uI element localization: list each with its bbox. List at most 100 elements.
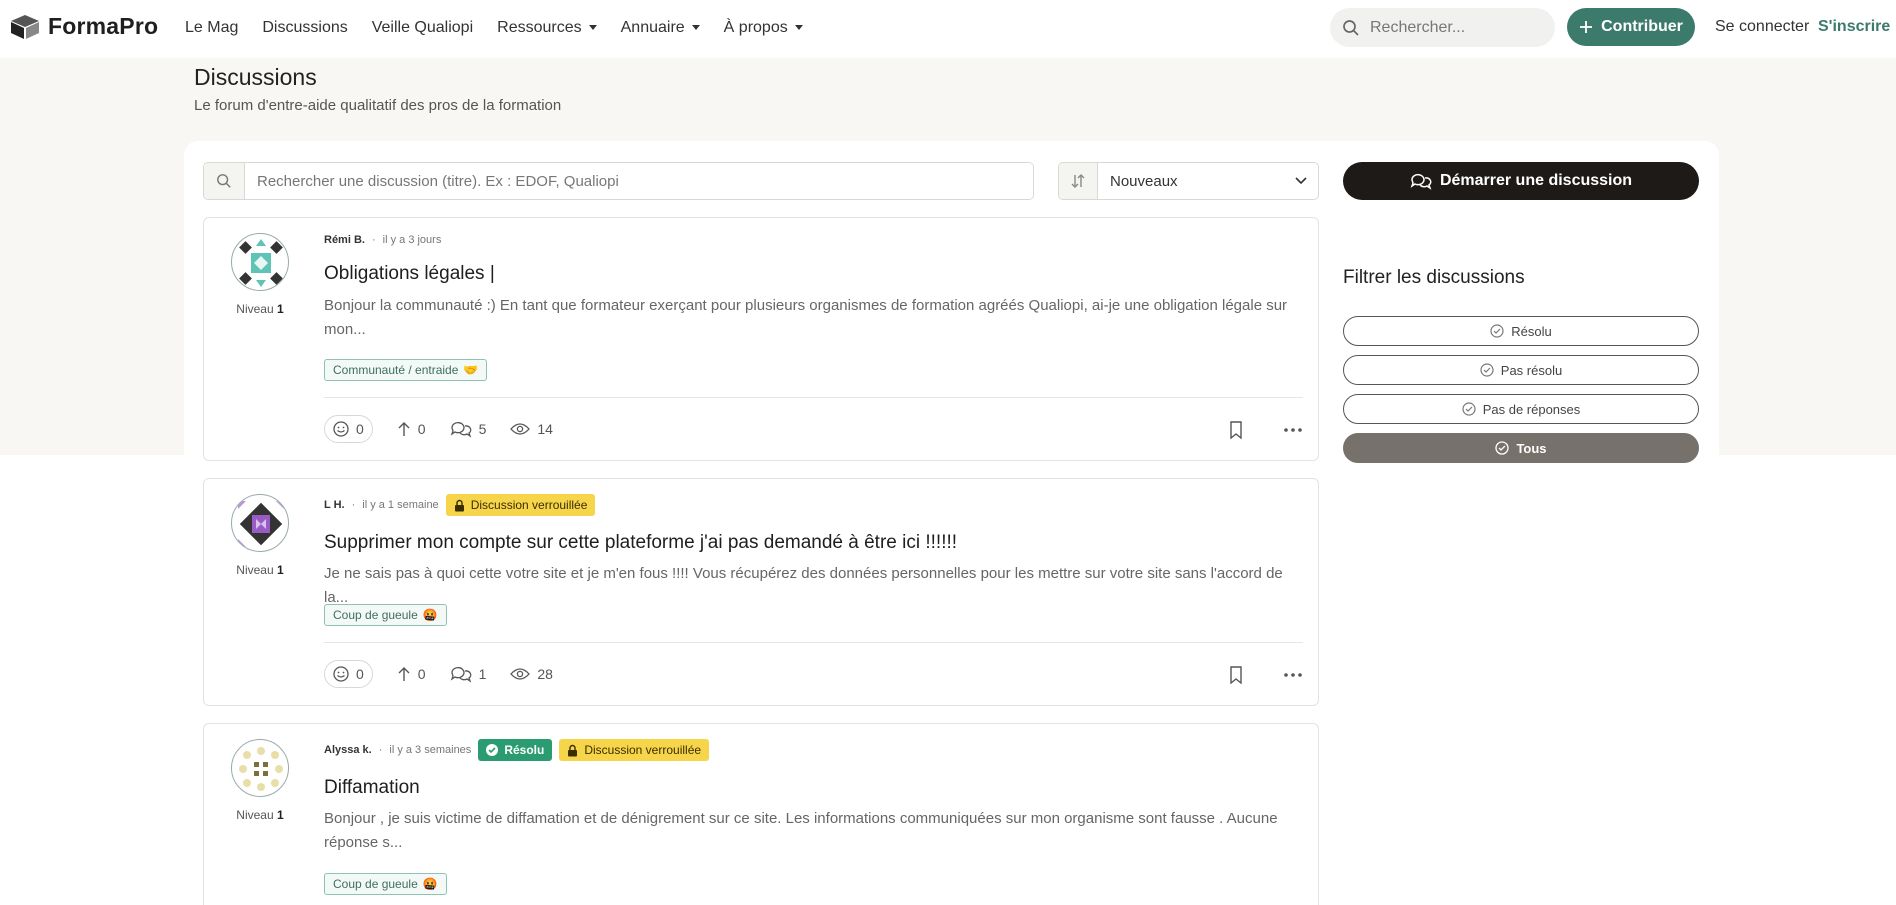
check-circle-icon [1495, 441, 1510, 455]
discussion-title[interactable]: Supprimer mon compte sur cette plateform… [324, 532, 957, 554]
author-name[interactable]: Rémi B. [324, 234, 365, 246]
chat-bubbles-icon [1410, 173, 1432, 190]
resolved-badge: Résolu [478, 739, 553, 761]
filter-no-replies[interactable]: Pas de réponses [1343, 394, 1699, 424]
discussion-title[interactable]: Diffamation [324, 777, 420, 799]
post-time: il y a 3 jours [382, 234, 442, 246]
contribute-button[interactable]: Contribuer [1567, 8, 1695, 46]
search-icon [217, 174, 231, 188]
author-name[interactable]: L H. [324, 499, 345, 511]
search-icon-cell [204, 163, 245, 199]
more-options-icon[interactable] [1283, 427, 1303, 433]
level-value: 1 [277, 808, 284, 822]
plus-icon [1580, 21, 1593, 33]
more-options-icon[interactable] [1283, 672, 1303, 678]
author-name[interactable]: Alyssa k. [324, 744, 372, 756]
locked-badge: Discussion verrouillée [445, 494, 596, 516]
menu-label: Le Mag [185, 18, 239, 36]
discussion-card[interactable]: Niveau 1 Alyssa k. · il y a 3 semaines R… [203, 723, 1319, 905]
comments-stat[interactable]: 5 [450, 420, 486, 438]
menu-item-a-propos[interactable]: À propos [724, 19, 803, 37]
discussion-card[interactable]: Niveau 1 Rémi B. · il y a 3 jours Obliga… [203, 217, 1319, 461]
global-search [1330, 8, 1555, 47]
sort-icon-cell [1059, 163, 1098, 199]
filter-unresolved[interactable]: Pas résolu [1343, 355, 1699, 385]
meta-separator: · [351, 499, 356, 511]
user-level: Niveau 1 [230, 302, 290, 316]
menu-label: Veille Qualiopi [371, 18, 474, 36]
page-subtitle: Le forum d'entre-aide qualitatif des pro… [194, 97, 562, 114]
upvote-button[interactable]: 0 [397, 421, 426, 437]
start-discussion-button[interactable]: Démarrer une discussion [1343, 162, 1699, 200]
chevron-down-icon [1284, 163, 1318, 199]
filter-resolved[interactable]: Résolu [1343, 316, 1699, 346]
check-circle-icon [1480, 363, 1494, 377]
discussion-title[interactable]: Obligations légales | [324, 263, 495, 285]
reaction-button[interactable]: 0 [324, 660, 373, 688]
check-circle-icon [1462, 402, 1476, 416]
comments-icon [450, 667, 471, 683]
discussion-card[interactable]: Niveau 1 L H. · il y a 1 semaine Discuss… [203, 478, 1319, 706]
menu-label: À propos [723, 18, 788, 36]
user-level: Niveau 1 [230, 563, 290, 577]
locked-badge: Discussion verrouillée [559, 739, 710, 761]
view-count: 14 [537, 421, 553, 437]
avatar[interactable] [231, 739, 289, 797]
menu-label: Ressources [497, 18, 582, 36]
global-search-input[interactable] [1370, 18, 1540, 37]
avatar[interactable] [231, 494, 289, 552]
bookmark-icon[interactable] [1229, 666, 1243, 684]
avatar[interactable] [231, 233, 289, 291]
menu-label: Discussions [262, 18, 348, 36]
comments-icon [450, 422, 471, 438]
upvote-button[interactable]: 0 [397, 666, 426, 682]
filter-label: Pas de réponses [1482, 401, 1581, 417]
category-tag[interactable]: Coup de gueule 🤬 [324, 604, 447, 626]
discussion-excerpt[interactable]: Bonjour la communauté :) En tant que for… [324, 294, 1299, 342]
discussion-excerpt[interactable]: Bonjour , je suis victime de diffamation… [324, 807, 1299, 855]
post-meta: Rémi B. · il y a 3 jours [324, 234, 441, 246]
filter-all[interactable]: Tous [1343, 433, 1699, 463]
reaction-button[interactable]: 0 [324, 415, 373, 443]
menu-item-le-mag[interactable]: Le Mag [185, 19, 238, 37]
locked-badge-label: Discussion verrouillée [584, 743, 702, 757]
start-discussion-label: Démarrer une discussion [1439, 172, 1633, 189]
angry-emoji-icon: 🤬 [422, 877, 438, 891]
category-tag[interactable]: Communauté / entraide 🤝 [324, 359, 488, 381]
sort-arrows-icon [1071, 174, 1085, 188]
meta-separator: · [378, 744, 383, 756]
divider [324, 397, 1303, 398]
comment-count: 1 [478, 666, 487, 682]
caret-down-icon [794, 25, 803, 30]
menu-item-discussions[interactable]: Discussions [262, 19, 347, 37]
card-actions [1229, 666, 1303, 684]
handshake-emoji-icon: 🤝 [463, 363, 479, 377]
signup-link[interactable]: S'inscrire [1818, 18, 1890, 36]
post-time: il y a 1 semaine [362, 499, 439, 511]
discussion-search-input[interactable] [245, 163, 1033, 199]
filter-label: Pas résolu [1500, 362, 1563, 378]
lock-icon [454, 499, 464, 511]
eye-icon [510, 668, 531, 680]
caret-down-icon [588, 25, 597, 30]
discussion-excerpt[interactable]: Je ne sais pas à quoi cette votre site e… [324, 562, 1299, 610]
menu-item-annuaire[interactable]: Annuaire [621, 19, 700, 37]
menu-item-ressources[interactable]: Ressources [497, 18, 597, 37]
post-meta: Alyssa k. · il y a 3 semaines Résolu Dis… [324, 739, 710, 761]
login-link[interactable]: Se connecter [1715, 18, 1809, 36]
filter-label: Tous [1516, 440, 1547, 456]
bookmark-icon[interactable] [1229, 421, 1243, 439]
card-actions [1229, 421, 1303, 439]
brand-logo[interactable]: FormaPro [10, 13, 158, 40]
tag-label: Coup de gueule [333, 608, 418, 622]
menu-item-veille-qualiopi[interactable]: Veille Qualiopi [372, 19, 473, 37]
level-label: Niveau [236, 302, 274, 316]
caret-down-icon [691, 25, 700, 30]
filter-label: Résolu [1511, 323, 1552, 339]
discussion-search [203, 162, 1034, 200]
sort-select[interactable]: Nouveaux [1058, 162, 1319, 200]
comments-stat[interactable]: 1 [450, 665, 487, 683]
category-tag[interactable]: Coup de gueule 🤬 [324, 873, 447, 895]
reaction-count: 0 [356, 421, 364, 437]
cube-logo-icon [11, 14, 39, 39]
